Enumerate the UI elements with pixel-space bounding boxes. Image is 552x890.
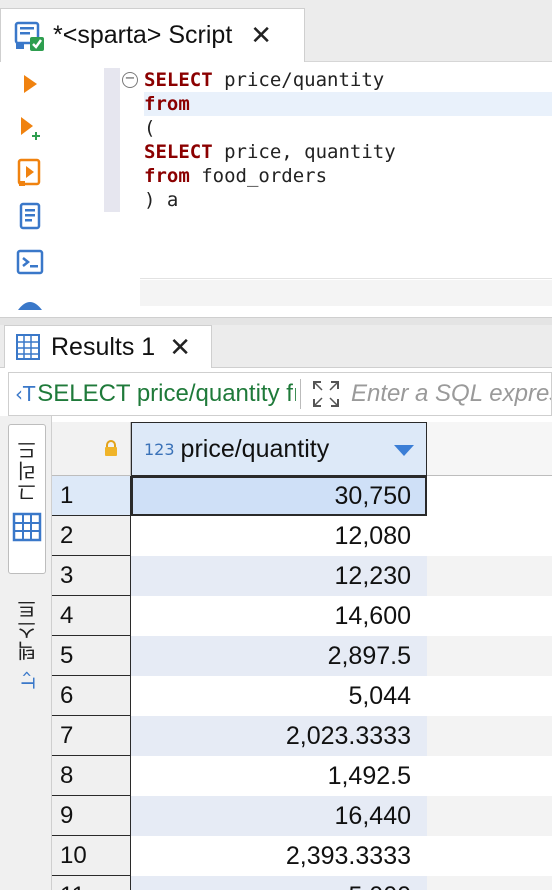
- table-cell[interactable]: 5,000: [131, 876, 427, 890]
- row-empty-area: [427, 676, 552, 716]
- editor-horizontal-scrollbar[interactable]: [140, 280, 552, 306]
- side-tab-grid[interactable]: 그리드: [8, 424, 46, 574]
- table-cell[interactable]: 2,023.3333: [131, 716, 427, 756]
- header-empty-area: [427, 422, 552, 476]
- table-row[interactable]: 7 2,023.3333: [52, 716, 552, 756]
- grid-view-icon: [12, 512, 42, 542]
- table-cell[interactable]: 5,044: [131, 676, 427, 716]
- sql-query-icon: ‹T: [15, 382, 36, 406]
- table-row[interactable]: 5 2,897.5: [52, 636, 552, 676]
- editor-tab-bar: *<sparta> Script ✕: [0, 0, 552, 62]
- row-empty-area: [427, 756, 552, 796]
- row-empty-area: [427, 716, 552, 756]
- row-number: 5: [52, 636, 131, 676]
- row-number: 3: [52, 556, 131, 596]
- table-row[interactable]: 2 12,080: [52, 516, 552, 556]
- row-empty-area: [427, 836, 552, 876]
- results-tab-bar: Results 1 ✕: [0, 325, 552, 368]
- table-cell[interactable]: 2,897.5: [131, 636, 427, 676]
- numeric-type-badge: 123: [144, 439, 175, 459]
- table-cell[interactable]: 14,600: [131, 596, 427, 636]
- table-row[interactable]: 9 16,440: [52, 796, 552, 836]
- row-number: 2: [52, 516, 131, 556]
- code-area[interactable]: SELECT price/quantity from ( SELECT pric…: [144, 68, 396, 212]
- sort-dropdown-icon[interactable]: [394, 445, 414, 456]
- column-header-price-quantity[interactable]: 123 price/quantity: [131, 422, 427, 476]
- results-tab-title: Results 1: [51, 332, 156, 361]
- row-number-header: [52, 422, 131, 476]
- expand-icon[interactable]: [311, 379, 341, 409]
- execute-script-icon[interactable]: [12, 154, 48, 190]
- table-cell[interactable]: 30,750: [131, 476, 427, 516]
- code-line: from food_orders: [144, 165, 328, 187]
- open-console-icon[interactable]: [12, 244, 48, 280]
- fold-collapse-icon[interactable]: −: [122, 72, 138, 88]
- execute-statement-icon[interactable]: [12, 66, 48, 102]
- close-icon[interactable]: ✕: [250, 20, 272, 51]
- results-tab[interactable]: Results 1 ✕: [4, 325, 212, 368]
- row-empty-area: [427, 796, 552, 836]
- filter-divider: [300, 379, 301, 409]
- result-view-switcher: 그리드 텍스트 ‹T: [0, 416, 52, 890]
- code-line: (: [144, 117, 156, 139]
- grid-rows: 1 30,750 2 12,080 3 12,230 4 14,600 5 2,…: [52, 476, 552, 890]
- table-row[interactable]: 11 5,000: [52, 876, 552, 890]
- row-number: 6: [52, 676, 131, 716]
- column-header-label: price/quantity: [180, 434, 330, 463]
- script-editor-tab[interactable]: *<sparta> Script ✕: [0, 8, 305, 62]
- row-number: 4: [52, 596, 131, 636]
- row-number: 9: [52, 796, 131, 836]
- row-empty-area: [427, 636, 552, 676]
- table-cell[interactable]: 16,440: [131, 796, 427, 836]
- table-cell[interactable]: 1,492.5: [131, 756, 427, 796]
- code-line: ) a: [144, 189, 179, 211]
- script-tab-title: *<sparta> Script: [53, 21, 233, 49]
- side-tab-text[interactable]: 텍스트 ‹T: [8, 584, 46, 694]
- table-row[interactable]: 6 5,044: [52, 676, 552, 716]
- sql-script-icon: [13, 19, 47, 53]
- panel-splitter[interactable]: [0, 317, 552, 325]
- row-number: 1: [52, 476, 131, 516]
- table-row[interactable]: 8 1,492.5: [52, 756, 552, 796]
- results-grid[interactable]: 123 price/quantity 1 30,750 2 12,080 3 1…: [52, 422, 552, 890]
- editor-ruler: [104, 68, 120, 212]
- row-number: 11: [52, 876, 131, 890]
- table-cell[interactable]: 12,230: [131, 556, 427, 596]
- side-tab-text-label: 텍스트: [15, 598, 40, 661]
- side-tab-grid-label: 그리드: [15, 439, 40, 502]
- row-number: 8: [52, 756, 131, 796]
- row-number: 7: [52, 716, 131, 756]
- table-cell[interactable]: 2,393.3333: [131, 836, 427, 876]
- filter-expression-input[interactable]: [351, 380, 551, 408]
- lock-icon: [104, 440, 118, 456]
- row-empty-area: [427, 476, 552, 516]
- filter-query-text[interactable]: SELECT price/quantity fı: [37, 380, 296, 408]
- editor-vertical-toolbar: [0, 62, 60, 317]
- table-row[interactable]: 3 12,230: [52, 556, 552, 596]
- text-view-icon: ‹T: [16, 670, 38, 689]
- row-empty-area: [427, 596, 552, 636]
- sql-editor[interactable]: − SELECT price/quantity from ( SELECT pr…: [60, 62, 552, 317]
- row-empty-area: [427, 556, 552, 596]
- table-cell[interactable]: 12,080: [131, 516, 427, 556]
- table-row[interactable]: 4 14,600: [52, 596, 552, 636]
- row-empty-area: [427, 876, 552, 890]
- close-icon[interactable]: ✕: [169, 332, 191, 363]
- editor-divider: [140, 278, 552, 279]
- explain-plan-icon[interactable]: [12, 198, 48, 234]
- results-filter-bar: ‹T SELECT price/quantity fı: [8, 372, 552, 416]
- code-line: SELECT price, quantity: [144, 141, 396, 163]
- table-grid-icon: [15, 333, 41, 361]
- code-line: SELECT price/quantity: [144, 69, 385, 91]
- table-row[interactable]: 10 2,393.3333: [52, 836, 552, 876]
- execute-in-new-tab-icon[interactable]: [12, 110, 48, 146]
- code-line: from: [144, 93, 190, 115]
- row-empty-area: [427, 516, 552, 556]
- table-row[interactable]: 1 30,750: [52, 476, 552, 516]
- row-number: 10: [52, 836, 131, 876]
